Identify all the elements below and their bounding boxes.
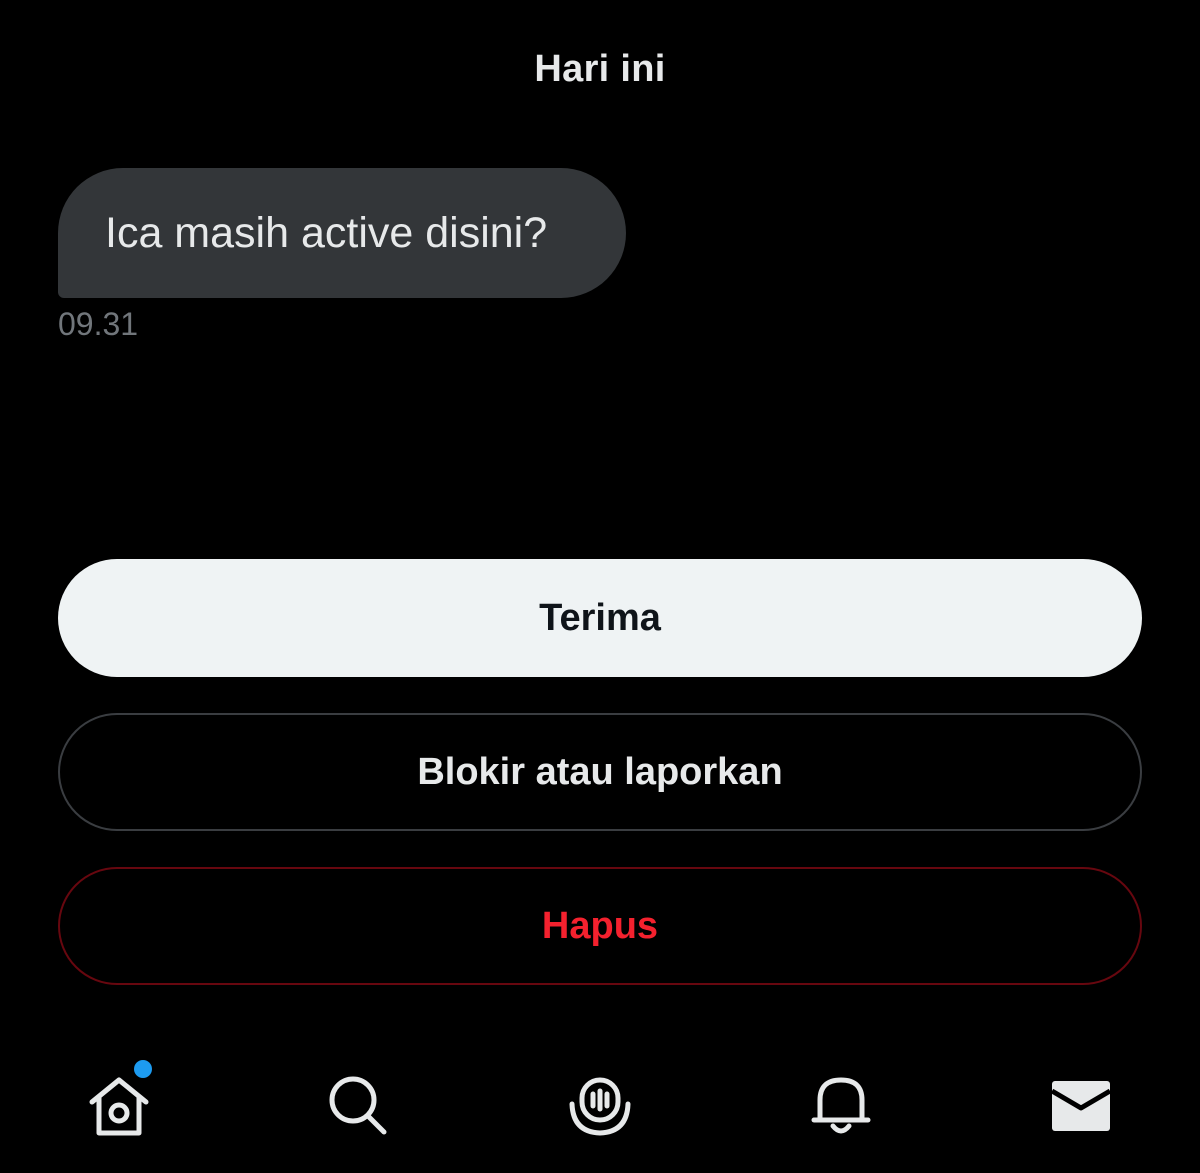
search-icon xyxy=(329,1076,387,1135)
delete-button[interactable]: Hapus xyxy=(58,867,1142,985)
message-timestamp: 09.31 xyxy=(58,306,139,342)
nav-messages[interactable] xyxy=(1036,1060,1126,1150)
nav-spaces[interactable] xyxy=(555,1060,645,1150)
message-text: Ica masih active disini? xyxy=(105,208,548,257)
bottom-nav xyxy=(0,1040,1200,1173)
nav-notifications[interactable] xyxy=(796,1060,886,1150)
accept-button[interactable]: Terima xyxy=(58,559,1142,677)
date-header: Hari ini xyxy=(534,48,666,90)
nav-home[interactable] xyxy=(74,1060,164,1150)
spaces-icon xyxy=(569,1077,631,1136)
notification-dot xyxy=(134,1060,152,1078)
block-or-report-button[interactable]: Blokir atau laporkan xyxy=(58,713,1142,831)
mail-icon xyxy=(1050,1081,1112,1131)
home-icon xyxy=(89,1077,149,1136)
nav-search[interactable] xyxy=(314,1060,404,1150)
bell-icon xyxy=(811,1077,871,1134)
message-bubble[interactable]: Ica masih active disini? xyxy=(58,168,626,298)
